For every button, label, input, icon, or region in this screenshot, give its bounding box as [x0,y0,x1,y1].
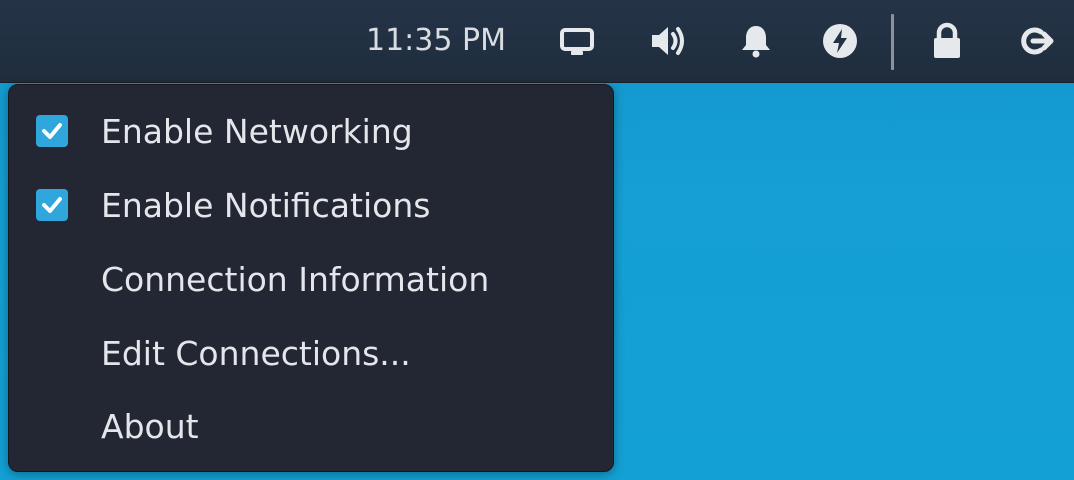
menu-item-label: Enable Networking [101,111,413,151]
volume-icon[interactable] [648,21,688,61]
clock[interactable]: 11:35 PM [366,20,506,62]
menu-item-enable-notifications[interactable]: Enable Notifications [17,173,605,237]
menu-item-label: Edit Connections... [101,333,411,373]
menu-item-label: About [101,406,199,446]
bell-icon[interactable] [736,21,776,61]
menu-item-label: Connection Information [101,259,490,299]
display-icon[interactable] [557,21,597,61]
menu-item-edit-connections[interactable]: Edit Connections... [17,321,605,385]
checkbox-enable-networking[interactable] [36,115,68,147]
checkbox-enable-notifications[interactable] [36,189,68,221]
menu-item-about[interactable]: About [17,394,605,458]
logout-icon[interactable] [1017,21,1057,61]
check-icon [42,123,62,139]
network-menu: Enable Networking Enable Notifications C… [8,84,614,472]
check-icon [42,197,62,213]
menu-item-label: Enable Notifications [101,185,431,225]
tray-separator [891,14,894,70]
power-icon[interactable] [820,21,860,61]
lock-icon[interactable] [927,21,967,61]
top-panel: 11:35 PM [0,0,1074,83]
menu-item-connection-information[interactable]: Connection Information [17,247,605,311]
menu-item-enable-networking[interactable]: Enable Networking [17,99,605,163]
